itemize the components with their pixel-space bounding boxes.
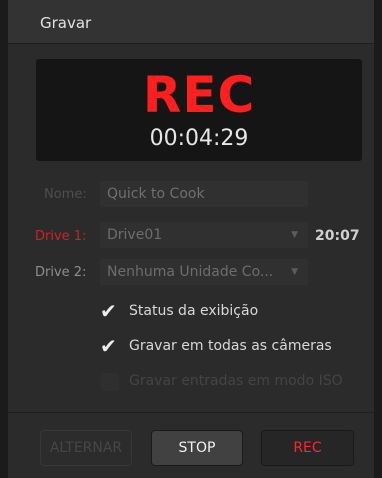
panel-header: Gravar [8, 0, 374, 44]
iso-recording-label: Gravar entradas em modo ISO [129, 373, 343, 389]
drive2-select-value: Nenhuma Unidade Co... [107, 264, 274, 280]
divider [8, 412, 374, 413]
record-timecode: 00:04:29 [149, 126, 249, 151]
chevron-down-icon: ▼ [291, 267, 298, 277]
iso-recording-checkbox[interactable] [101, 373, 119, 391]
option-record-all-cameras[interactable]: ✔ Gravar em todas as câmeras [100, 334, 361, 358]
record-status-display: REC 00:04:29 [36, 59, 362, 161]
display-status-label: Status da exibição [129, 303, 259, 319]
display-status-checkbox[interactable]: ✔ [100, 299, 119, 323]
option-display-status[interactable]: ✔ Status da exibição [100, 299, 341, 323]
drive1-label: Drive 1: [35, 229, 87, 244]
checkmark-icon: ✔ [100, 299, 117, 323]
name-field-value: Quick to Cook [107, 186, 205, 202]
record-all-cameras-checkbox[interactable]: ✔ [100, 334, 119, 358]
chevron-down-icon: ▼ [291, 230, 298, 240]
record-panel: Gravar REC 00:04:29 Nome: Quick to Cook … [8, 0, 374, 478]
record-all-cameras-label: Gravar em todas as câmeras [129, 338, 332, 354]
rec-button[interactable]: REC [261, 430, 354, 466]
toggle-button[interactable]: ALTERNAR [40, 430, 132, 466]
drive2-select[interactable]: Nenhuma Unidade Co... ▼ [99, 258, 309, 286]
name-field[interactable]: Quick to Cook [99, 180, 309, 208]
drive2-label: Drive 2: [35, 265, 87, 280]
stop-button[interactable]: STOP [151, 430, 243, 466]
checkmark-icon: ✔ [100, 334, 117, 358]
option-iso-recording[interactable]: Gravar entradas em modo ISO [101, 372, 361, 392]
record-status-label: REC [142, 66, 256, 124]
drive1-select-value: Drive01 [107, 227, 163, 243]
name-label: Nome: [44, 187, 87, 202]
drive1-select[interactable]: Drive01 ▼ [99, 221, 309, 249]
panel-title: Gravar [40, 14, 92, 32]
drive1-remaining-time: 20:07 [315, 228, 360, 244]
